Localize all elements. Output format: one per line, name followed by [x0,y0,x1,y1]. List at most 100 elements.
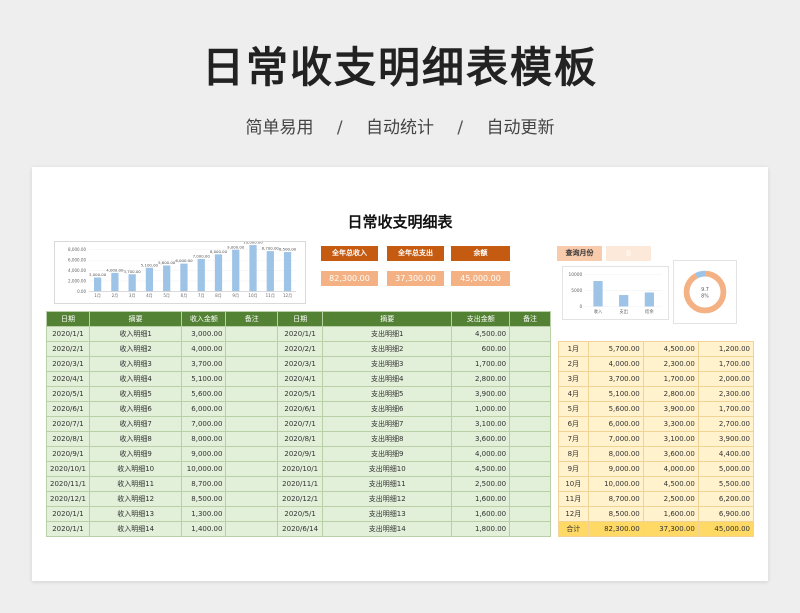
table-cell[interactable] [509,431,551,447]
table-cell[interactable]: 收入明细10 [88,461,183,477]
summary-cell[interactable]: 2月 [558,356,589,372]
summary-cell[interactable]: 2,500.00 [642,491,699,507]
summary-cell[interactable]: 4,500.00 [642,476,699,492]
summary-cell[interactable]: 1,700.00 [697,356,755,372]
table-cell[interactable] [509,371,551,387]
summary-cell[interactable]: 4月 [558,386,589,402]
table-cell[interactable]: 2020/12/1 [277,491,324,507]
summary-cell[interactable]: 6,200.00 [697,491,755,507]
table-cell[interactable]: 4,000.00 [451,446,511,462]
table-cell[interactable] [509,401,551,417]
table-cell[interactable] [225,326,279,342]
table-cell[interactable]: 1,600.00 [451,506,511,522]
table-cell[interactable]: 收入明细12 [88,491,183,507]
table-cell[interactable]: 2020/11/1 [46,476,90,492]
table-cell[interactable]: 收入明细9 [88,446,183,462]
table-cell[interactable] [225,431,279,447]
summary-cell[interactable]: 2,800.00 [642,386,699,402]
table-cell[interactable]: 2,500.00 [451,476,511,492]
table-cell[interactable]: 收入明细14 [88,521,183,537]
table-cell[interactable] [225,386,279,402]
table-cell[interactable] [509,446,551,462]
table-cell[interactable]: 600.00 [451,341,511,357]
table-cell[interactable]: 2020/6/1 [277,401,324,417]
table-cell[interactable]: 支出明细1 [322,326,453,342]
table-cell[interactable] [225,506,279,522]
table-cell[interactable]: 2020/3/1 [277,356,324,372]
table-cell[interactable] [225,401,279,417]
summary-cell[interactable]: 37,300.00 [642,521,699,537]
table-cell[interactable]: 支出明细3 [322,356,453,372]
table-cell[interactable]: 收入明细1 [88,326,183,342]
table-cell[interactable]: 收入明细4 [88,371,183,387]
summary-cell[interactable]: 3,900.00 [697,431,755,447]
table-cell[interactable]: 2020/10/1 [46,461,90,477]
table-cell[interactable]: 收入明细13 [88,506,183,522]
summary-cell[interactable]: 2,300.00 [642,356,699,372]
table-cell[interactable]: 6,000.00 [181,401,227,417]
table-cell[interactable] [225,446,279,462]
query-month-input[interactable]: 8 [606,246,651,261]
table-cell[interactable] [509,476,551,492]
summary-cell[interactable]: 82,300.00 [587,521,644,537]
summary-cell[interactable]: 1,600.00 [642,506,699,522]
table-cell[interactable]: 3,100.00 [451,416,511,432]
summary-cell[interactable]: 8,500.00 [587,506,644,522]
table-cell[interactable]: 8,000.00 [181,431,227,447]
summary-cell[interactable]: 12月 [558,506,589,522]
table-cell[interactable]: 支出明细2 [322,341,453,357]
table-cell[interactable] [509,326,551,342]
table-cell[interactable]: 收入明细11 [88,476,183,492]
summary-cell[interactable]: 8,000.00 [587,446,644,462]
summary-cell[interactable]: 45,000.00 [697,521,755,537]
summary-cell[interactable]: 1月 [558,341,589,357]
table-cell[interactable]: 收入明细2 [88,341,183,357]
table-cell[interactable]: 3,600.00 [451,431,511,447]
summary-cell[interactable]: 5月 [558,401,589,417]
summary-cell[interactable]: 2,000.00 [697,371,755,387]
summary-cell[interactable]: 7,000.00 [587,431,644,447]
summary-cell[interactable]: 5,500.00 [697,476,755,492]
table-cell[interactable]: 2020/7/1 [277,416,324,432]
table-cell[interactable]: 8,500.00 [181,491,227,507]
summary-cell[interactable]: 5,000.00 [697,461,755,477]
summary-cell[interactable]: 6,900.00 [697,506,755,522]
table-cell[interactable] [225,341,279,357]
summary-cell[interactable]: 5,100.00 [587,386,644,402]
summary-cell[interactable]: 1,700.00 [642,371,699,387]
table-cell[interactable]: 7,000.00 [181,416,227,432]
table-cell[interactable]: 支出明细10 [322,461,453,477]
table-cell[interactable]: 支出明细12 [322,491,453,507]
summary-cell[interactable]: 8,700.00 [587,491,644,507]
table-cell[interactable] [509,521,551,537]
table-cell[interactable]: 2020/9/1 [277,446,324,462]
table-cell[interactable]: 支出明细11 [322,476,453,492]
table-cell[interactable]: 2020/1/1 [46,506,90,522]
summary-cell[interactable]: 8月 [558,446,589,462]
table-cell[interactable]: 2020/1/1 [46,326,90,342]
table-cell[interactable] [225,521,279,537]
summary-cell[interactable]: 10,000.00 [587,476,644,492]
table-cell[interactable] [225,476,279,492]
summary-cell[interactable]: 4,000.00 [642,461,699,477]
table-cell[interactable] [225,356,279,372]
summary-cell[interactable]: 4,000.00 [587,356,644,372]
summary-cell[interactable]: 11月 [558,491,589,507]
table-cell[interactable]: 支出明细6 [322,401,453,417]
table-cell[interactable]: 1,600.00 [451,491,511,507]
table-cell[interactable]: 1,400.00 [181,521,227,537]
table-cell[interactable]: 2020/10/1 [277,461,324,477]
table-cell[interactable]: 2020/4/1 [277,371,324,387]
table-cell[interactable] [509,386,551,402]
summary-cell[interactable]: 3,300.00 [642,416,699,432]
table-cell[interactable] [225,491,279,507]
table-cell[interactable] [509,356,551,372]
table-cell[interactable]: 2020/5/1 [46,386,90,402]
summary-cell[interactable]: 5,600.00 [587,401,644,417]
summary-cell[interactable]: 2,700.00 [697,416,755,432]
table-cell[interactable]: 2020/8/1 [46,431,90,447]
table-cell[interactable]: 1,700.00 [451,356,511,372]
summary-cell[interactable]: 9月 [558,461,589,477]
summary-cell[interactable]: 合计 [558,521,589,537]
table-cell[interactable]: 2020/11/1 [277,476,324,492]
